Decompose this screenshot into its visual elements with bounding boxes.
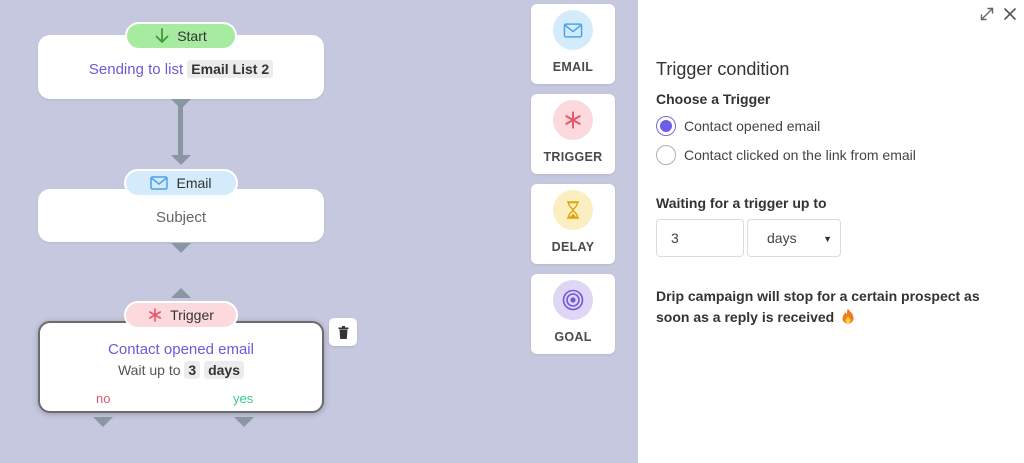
trigger-wait-value: 3 xyxy=(184,361,201,379)
email-subject: Subject xyxy=(155,209,207,226)
palette-goal-label: GOAL xyxy=(554,330,592,344)
radio-option-clicked-link[interactable]: Contact clicked on the link from email xyxy=(656,145,916,165)
start-pill-label: Start xyxy=(177,28,207,44)
trigger-settings-panel: Trigger condition Choose a Trigger Conta… xyxy=(638,0,1024,463)
connector-line xyxy=(178,105,183,157)
palette-delay-label: DELAY xyxy=(551,240,595,254)
palette-email-label: EMAIL xyxy=(552,60,594,74)
dropdown-arrow-icon: ▼ xyxy=(823,234,832,244)
asterisk-icon xyxy=(565,111,581,129)
envelope-icon xyxy=(563,22,583,38)
trash-icon xyxy=(338,325,348,339)
palette-trigger-label: TRIGGER xyxy=(543,150,603,164)
target-icon xyxy=(562,289,584,311)
connector-arrow-bottom xyxy=(171,155,191,165)
asterisk-icon xyxy=(149,308,162,322)
delete-node-button[interactable] xyxy=(329,318,357,346)
start-pill: Start xyxy=(125,22,237,50)
choose-trigger-label: Choose a Trigger xyxy=(656,91,771,107)
palette-email[interactable]: EMAIL xyxy=(531,4,615,84)
close-icon[interactable] xyxy=(1004,8,1016,20)
email-pill: Email xyxy=(124,169,238,197)
branch-yes-arrow xyxy=(234,417,254,427)
panel-title: Trigger condition xyxy=(656,59,790,79)
hourglass-icon xyxy=(567,201,579,219)
waiting-value-input[interactable] xyxy=(656,219,744,257)
trigger-pill-label: Trigger xyxy=(170,307,214,323)
email-pill-label: Email xyxy=(176,175,212,191)
envelope-icon xyxy=(150,176,169,190)
waiting-unit-value: days xyxy=(767,230,797,246)
palette-delay[interactable]: DELAY xyxy=(531,184,615,264)
trigger-wait-unit: days xyxy=(204,361,244,379)
drip-stop-info: Drip campaign will stop for a certain pr… xyxy=(656,288,980,325)
start-node-prefix: Sending to list xyxy=(88,61,184,78)
flow-canvas[interactable]: Sending to list Email List 2 Start Subje… xyxy=(0,0,638,463)
radio-option-label: Contact clicked on the link from email xyxy=(684,147,916,163)
connector-arrow xyxy=(171,288,191,298)
branch-no-label: no xyxy=(96,391,111,406)
branch-yes-label: yes xyxy=(233,391,254,406)
radio-unchecked[interactable] xyxy=(656,145,676,165)
email-list-chip: Email List 2 xyxy=(187,60,274,78)
radio-checked[interactable] xyxy=(656,116,676,136)
trigger-node-title: Contact opened email xyxy=(108,341,254,358)
radio-option-label: Contact opened email xyxy=(684,118,821,134)
radio-option-opened-email[interactable]: Contact opened email xyxy=(656,116,820,136)
trigger-pill: Trigger xyxy=(124,301,238,329)
expand-icon[interactable] xyxy=(980,7,994,21)
trigger-wait-prefix: Wait up to xyxy=(117,362,181,378)
palette-trigger[interactable]: TRIGGER xyxy=(531,94,615,174)
palette-goal[interactable]: GOAL xyxy=(531,274,615,354)
fire-icon xyxy=(842,308,854,324)
arrow-down-icon xyxy=(155,28,169,44)
trigger-node[interactable]: Contact opened email Wait up to 3 days n… xyxy=(38,321,324,413)
connector-arrow xyxy=(171,243,191,253)
branch-no-arrow xyxy=(93,417,113,427)
waiting-label: Waiting for a trigger up to xyxy=(656,195,827,211)
waiting-unit-select[interactable]: days ▼ xyxy=(747,219,841,257)
